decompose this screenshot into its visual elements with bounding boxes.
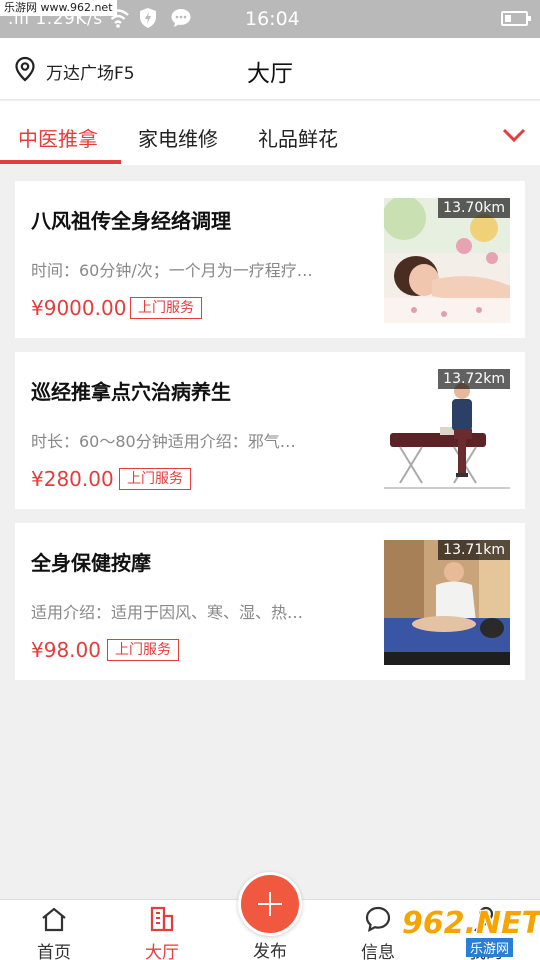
tab-appliance-repair[interactable]: 家电维修: [138, 123, 218, 152]
tab-gifts-flowers[interactable]: 礼品鲜花: [258, 123, 338, 152]
listing-title: 全身保健按摩: [31, 551, 151, 575]
site-watermark: 乐游网 www.962.net: [0, 0, 117, 16]
listing-card[interactable]: 巡经推拿点穴治病养生 时长：60～80分钟适用介绍：邪气… ¥280.00 上门…: [15, 352, 525, 509]
distance-badge: 13.71km: [438, 540, 510, 560]
status-icons: [106, 7, 192, 29]
nav-home[interactable]: 首页: [14, 900, 94, 960]
nav-hall-label: 大厅: [145, 943, 179, 960]
listing-price: ¥280.00: [31, 467, 114, 491]
service-tag: 上门服务: [130, 297, 202, 319]
publish-button[interactable]: [238, 872, 302, 936]
logo-962: 962.NET: [402, 906, 540, 941]
header: 万达广场F5 大厅: [0, 38, 540, 100]
chevron-down-icon[interactable]: [502, 125, 526, 145]
listing-card[interactable]: 八风祖传全身经络调理 时间：60分钟/次；一个月为一疗程疗… ¥9000.00 …: [15, 181, 525, 338]
listing-description: 时长：60～80分钟适用介绍：邪气…: [31, 432, 296, 451]
listing-thumbnail: 13.72km: [384, 369, 510, 494]
listing-price: ¥9000.00: [31, 296, 127, 320]
distance-badge: 13.72km: [438, 369, 510, 389]
page-title: 大厅: [247, 61, 293, 87]
listing-description: 适用介绍：适用于因风、寒、湿、热…: [31, 603, 304, 622]
message-icon: [170, 7, 192, 29]
service-tag: 上门服务: [119, 468, 191, 490]
listing-card[interactable]: 全身保健按摩 适用介绍：适用于因风、寒、湿、热… ¥98.00 上门服务 13.…: [15, 523, 525, 680]
active-tab-indicator: [0, 160, 121, 164]
listing-description: 时间：60分钟/次；一个月为一疗程疗…: [31, 261, 313, 280]
listing-price: ¥98.00: [31, 638, 101, 662]
chat-icon: [364, 905, 392, 933]
logo-site-name: 乐游网: [466, 938, 514, 957]
listing-title: 八风祖传全身经络调理: [31, 209, 231, 233]
site-logo-watermark: 962.NET 乐游网: [400, 906, 540, 957]
home-icon: [40, 905, 68, 933]
battery-icon: [501, 11, 531, 26]
service-tag: 上门服务: [107, 639, 179, 661]
listing-thumbnail: 13.70km: [384, 198, 510, 323]
listing-title: 巡经推拿点穴治病养生: [31, 380, 231, 404]
nav-home-label: 首页: [37, 943, 71, 960]
clock: 16:04: [245, 8, 300, 30]
tab-tcm-massage[interactable]: 中医推拿: [18, 123, 98, 152]
category-tabs: 中医推拿 家电维修 礼品鲜花: [0, 101, 540, 165]
nav-publish-label: 发布: [253, 942, 287, 960]
listing-thumbnail: 13.71km: [384, 540, 510, 665]
hall-icon: [148, 905, 176, 933]
nav-hall[interactable]: 大厅: [122, 900, 202, 960]
distance-badge: 13.70km: [438, 198, 510, 218]
shield-icon: [138, 7, 160, 29]
status-bar: .ıll 1.29K/s 16:04 乐游网 www.962.net: [0, 0, 540, 38]
